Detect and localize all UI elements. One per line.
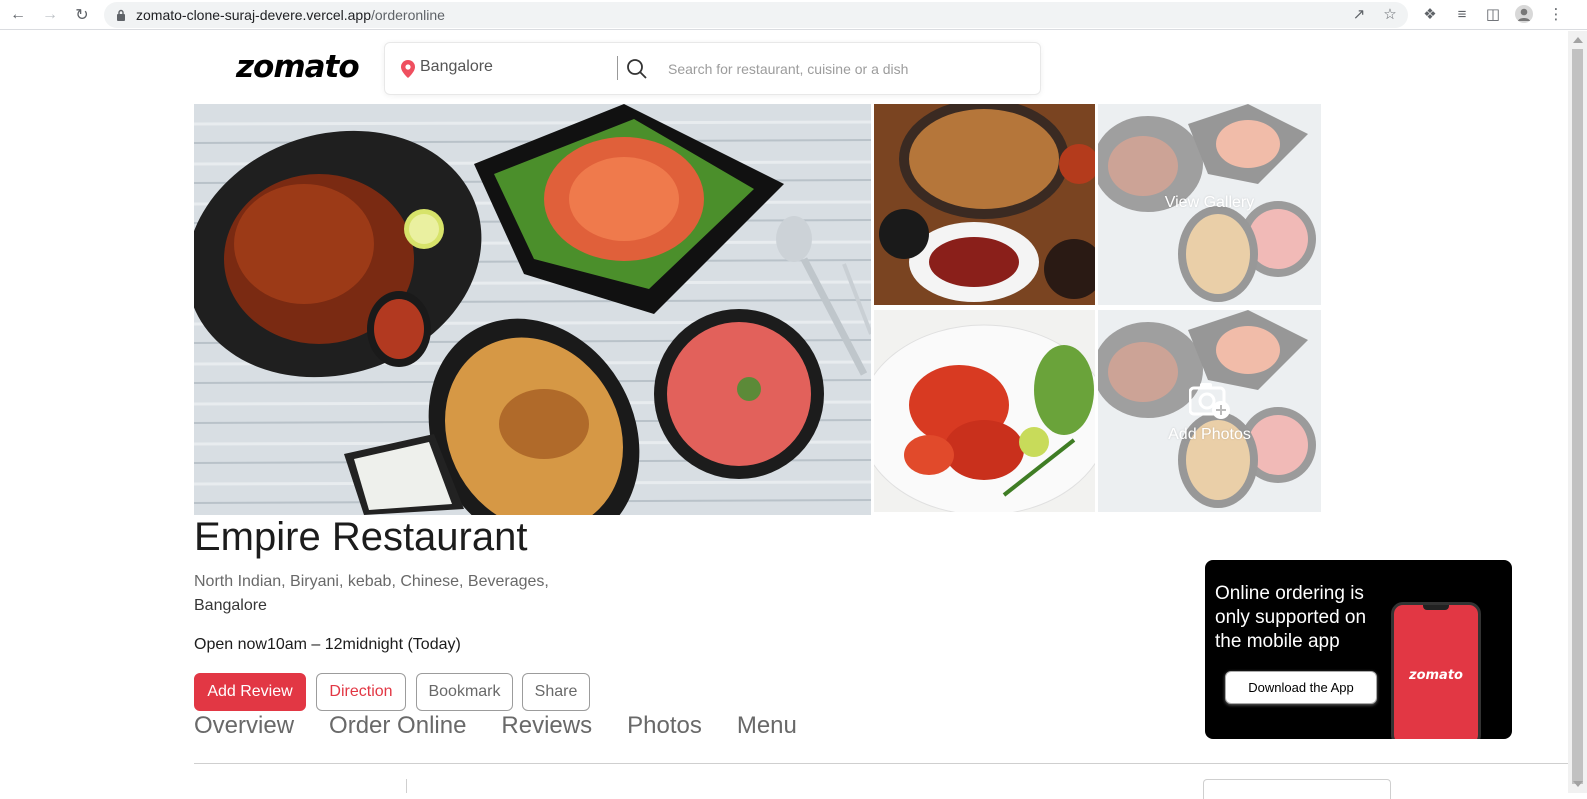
share-page-icon[interactable]: ↗ [1349,3,1369,25]
tab-reviews[interactable]: Reviews [501,712,592,740]
location-selector[interactable]: Bangalore [420,58,493,76]
location-pin-icon [401,60,415,78]
add-photo-camera-icon [1189,383,1230,419]
scroll-down-icon[interactable] [1573,781,1583,787]
search-bar: Bangalore [384,42,1041,95]
phone-notch [1423,605,1449,610]
side-panel-icon[interactable]: ◫ [1483,3,1503,25]
section-box-edge [1203,779,1391,799]
scrollbar-thumb[interactable] [1572,49,1583,784]
biryani-image [874,104,1095,305]
direction-button[interactable]: Direction [316,673,406,711]
zomato-logo[interactable]: zomato [236,49,360,85]
page-scrollbar[interactable] [1568,31,1587,793]
view-gallery-label: View Gallery [1164,194,1255,211]
add-photos-tile[interactable]: Add Photos [1098,310,1321,512]
lock-icon [117,9,125,21]
view-gallery-tile[interactable]: View Gallery [1098,104,1321,305]
download-app-button[interactable]: Download the App [1225,671,1377,704]
page: zomato Bangalore Search for restaurant, … [0,31,1568,799]
reload-icon[interactable]: ↻ [70,3,94,27]
gallery-main-image[interactable] [194,104,871,515]
browser-toolbar: ← → ↻ zomato-clone-suraj-devere.vercel.a… [0,0,1587,30]
cuisine-list: North Indian, Biryani, kebab, Chinese, B… [194,573,549,590]
address-bar[interactable]: zomato-clone-suraj-devere.vercel.app/ord… [104,2,1408,28]
menu-icon[interactable]: ⋮ [1546,3,1566,25]
tab-menu[interactable]: Menu [737,712,797,740]
star-icon[interactable]: ☆ [1380,3,1400,25]
extensions-icon[interactable]: ❖ [1420,3,1440,25]
food-platter-image [194,104,871,515]
tab-order-online[interactable]: Order Online [329,712,466,740]
gallery-thumb-biryani[interactable] [874,104,1095,305]
url-host: zomato-clone-suraj-devere.vercel.app [136,7,371,23]
profile-avatar[interactable] [1514,3,1534,25]
restaurant-city: Bangalore [194,597,267,614]
back-icon[interactable]: ← [6,3,30,27]
opening-hours: Open now10am – 12midnight (Today) [194,636,461,653]
forward-icon[interactable]: → [38,3,62,27]
chicken-image [874,310,1095,512]
phone-illustration: zomato [1391,602,1481,739]
tabs-divider [194,763,1568,764]
add-photos-label: Add Photos [1168,426,1251,443]
phone-logo: zomato [1409,668,1463,683]
section-divider [406,779,407,793]
search-input[interactable] [668,56,908,82]
scroll-up-icon[interactable] [1573,37,1583,43]
url-path: /orderonline [371,7,445,23]
promo-text: Online ordering is only supported on the… [1215,583,1367,652]
tab-photos[interactable]: Photos [627,712,702,740]
restaurant-tabs: Overview Order Online Reviews Photos Men… [194,712,832,740]
search-divider [617,56,618,80]
add-review-button[interactable]: Add Review [194,673,306,711]
restaurant-name: Empire Restaurant [194,515,528,559]
search-icon [627,59,647,79]
bookmark-button[interactable]: Bookmark [416,673,513,711]
tab-overview[interactable]: Overview [194,712,294,740]
app-promo-card: Online ordering is only supported on the… [1205,560,1512,739]
share-button[interactable]: Share [522,673,590,711]
media-icon[interactable]: ≡ [1452,3,1472,25]
gallery-thumb-chicken[interactable] [874,310,1095,512]
